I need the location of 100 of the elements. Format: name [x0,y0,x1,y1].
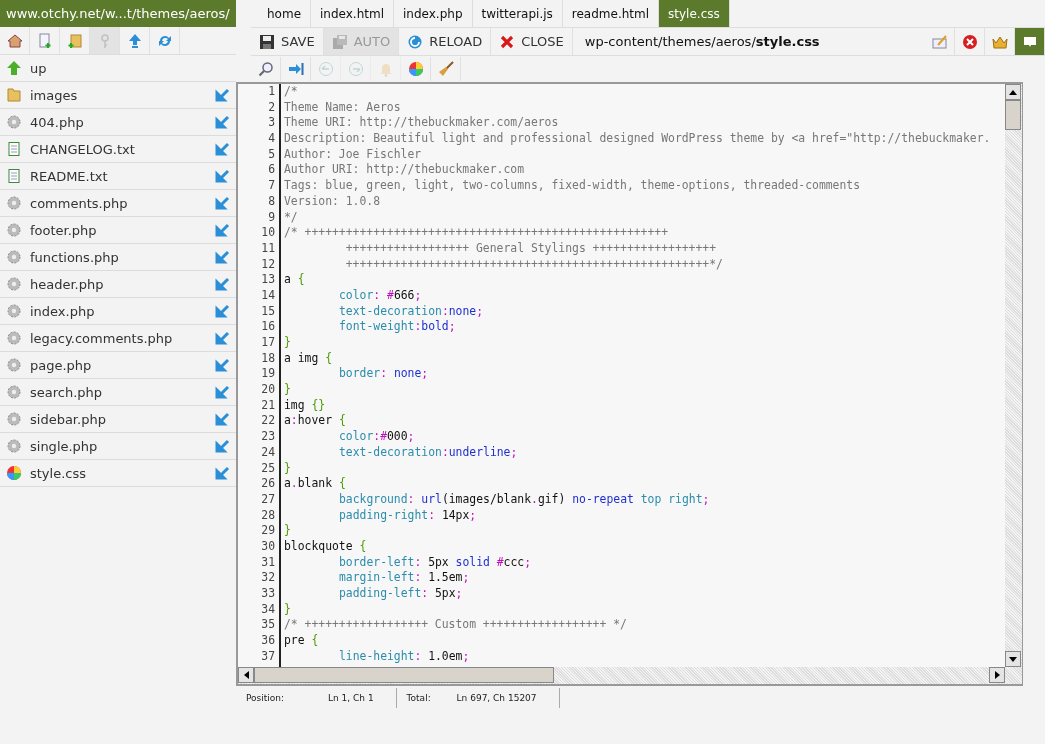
file-tab[interactable]: twitterapi.js [472,0,563,27]
gear-icon [6,276,22,292]
status-label: Total: [406,693,432,703]
undo-icon [317,61,334,77]
toolbar-button[interactable]: CLOSE [491,28,573,55]
down-arrow-icon[interactable] [1009,656,1017,662]
house-icon [6,32,23,49]
code-line: border: none; [338,366,430,383]
line-number: 3 [268,115,275,132]
reload-icon [407,33,424,50]
line-number: 34 [261,601,275,618]
color-wheel-icon [407,61,424,77]
line-number: 6 [268,162,275,179]
broom-icon [437,61,454,77]
horizontal-scrollbar[interactable] [238,667,1022,684]
line-number: 37 [261,648,275,665]
folder-icon [6,87,22,103]
file-tab[interactable]: style.css [659,0,730,27]
line-number: 26 [261,476,275,492]
file-name: style.css [30,465,87,481]
code-line: } [284,601,292,618]
left-arrow-icon[interactable] [243,671,249,679]
line-number: 4 [268,131,275,147]
code-line: } [284,523,292,539]
file-name: 404.php [30,114,85,130]
scrollbar-thumb[interactable] [1005,100,1021,130]
arrow-icon [214,438,230,454]
file-name: search.php [30,384,104,400]
line-number: 12 [261,256,275,273]
code-line: Theme URI: http://thebuckmaker.com/aeros [284,115,560,132]
floppy-disks-icon [331,33,348,50]
toolbar-button[interactable] [1015,28,1045,55]
arrow-icon [214,249,230,265]
file-name: legacy.comments.php [30,330,174,346]
file-item[interactable]: footer.php [0,217,236,244]
code-line: */ [284,209,299,226]
document-icon [6,168,22,184]
code-line: background: url(images/blank.gif) no-repeat top right; [338,491,711,508]
vertical-scrollbar[interactable] [1005,84,1022,667]
file-item[interactable]: images [0,82,236,109]
file-item[interactable]: single.php [0,433,236,460]
line-number: 1 [268,84,275,100]
arrow-icon [214,114,230,130]
line-number: 16 [261,319,275,335]
document-icon [6,141,22,157]
line-number: 2 [268,99,275,116]
code-line: font-weight:bold; [338,319,457,335]
gear-icon [6,438,22,454]
code-line: margin-left: 1.5em; [338,570,471,586]
file-item[interactable]: legacy.comments.php [0,325,236,352]
line-number: 18 [261,350,275,367]
upload-arrow-icon [126,32,143,49]
file-item[interactable]: 404.php [0,109,236,136]
toolbar-button[interactable]: RELOAD [399,28,492,55]
toolbar-button[interactable]: SAVE [251,28,324,55]
code-line: padding-left: 5px; [338,586,464,602]
line-number: 31 [261,554,275,571]
file-name: footer.php [30,222,98,238]
status-value: Ln 1, Ch 1 [328,693,374,703]
right-arrow-icon[interactable] [994,671,1000,679]
gear-icon [6,222,22,238]
file-item[interactable]: comments.php [0,190,236,217]
redo-icon [347,61,364,77]
new-folder-icon [66,32,83,49]
file-name: comments.php [30,195,129,211]
code-line: border-left: 5px solid #ccc; [338,554,533,571]
file-item[interactable]: up [0,55,236,82]
file-item[interactable]: README.txt [0,163,236,190]
arrow-icon [214,411,230,427]
file-item[interactable]: sidebar.php [0,406,236,433]
code-line: color: #666; [338,287,423,304]
file-path: wp-content/themes/aeros/style.css [583,34,821,49]
scrollbar-thumb[interactable] [254,667,554,683]
code-line: img {} [284,397,327,414]
file-tab[interactable]: index.html [311,0,394,27]
line-number: 14 [261,287,275,304]
line-number: 33 [261,586,275,602]
file-item[interactable]: functions.php [0,244,236,271]
color-wheel-icon [6,465,22,481]
line-number: 36 [261,633,275,649]
file-item[interactable]: page.php [0,352,236,379]
file-tab[interactable]: index.php [394,0,473,27]
line-number: 10 [261,225,275,241]
line-number: 30 [261,538,275,555]
file-name: page.php [30,357,93,373]
code-line: /* +++++++++++++++++++++++++++++++++++++++++++++++++++++ [284,225,670,241]
code-line: Version: 1.0.8 [284,193,381,210]
up-arrow-icon[interactable] [1009,89,1017,95]
file-item[interactable]: header.php [0,271,236,298]
line-number: 27 [261,491,275,508]
file-item[interactable]: CHANGELOG.txt [0,136,236,163]
file-item[interactable]: index.php [0,298,236,325]
line-number: 23 [261,429,275,445]
code-line: text-decoration:none; [338,303,485,320]
line-number: 19 [261,366,275,383]
file-item[interactable]: search.php [0,379,236,406]
file-name: index.php [30,303,96,319]
file-item[interactable]: style.css [0,460,236,487]
line-number: 17 [261,335,275,351]
file-tab[interactable]: home [258,0,312,27]
